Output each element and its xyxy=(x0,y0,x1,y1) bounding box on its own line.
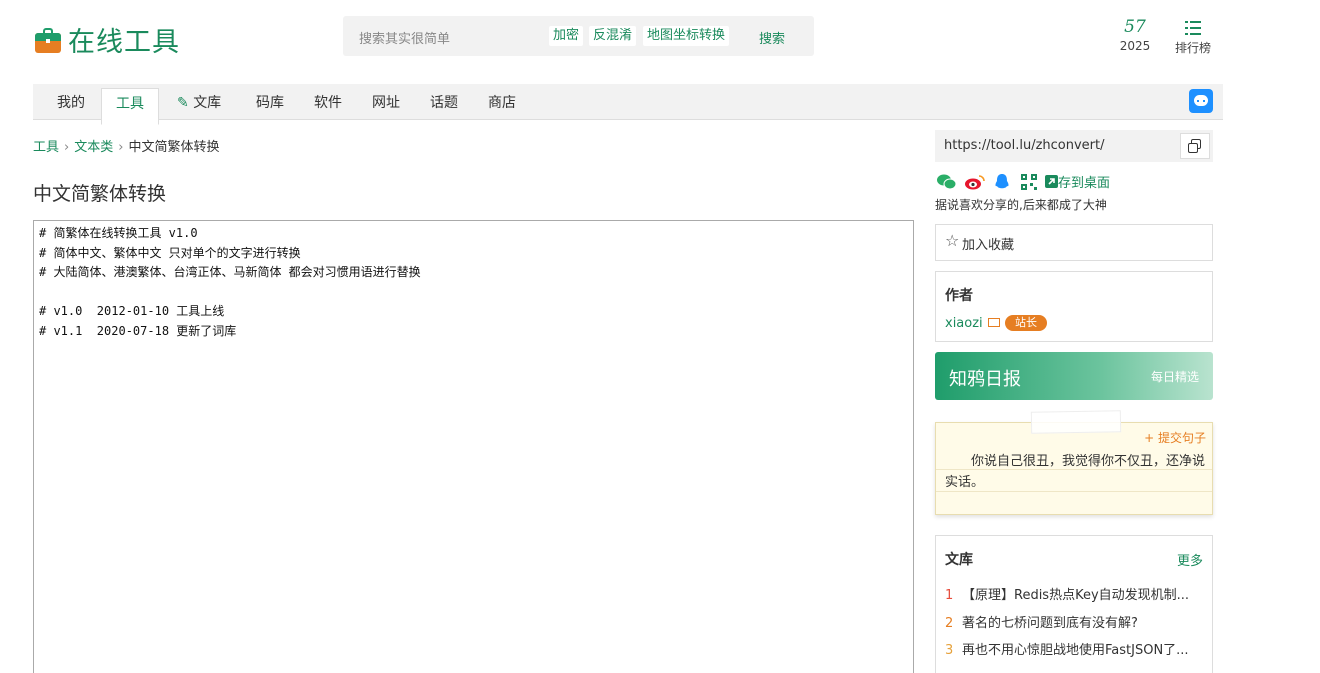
list-item-title: 著名的七桥问题到底有没有解? xyxy=(962,616,1138,631)
breadcrumb: 工具 › 文本类 › 中文简繁体转换 xyxy=(33,140,220,155)
qq-icon[interactable] xyxy=(993,173,1011,190)
mail-icon[interactable] xyxy=(988,318,1000,327)
search-input[interactable]: 搜索其实很简单 xyxy=(359,28,450,47)
nav-item-software[interactable]: 软件 xyxy=(300,84,356,120)
submit-sentence-link[interactable]: + 提交句子 xyxy=(1144,429,1206,446)
nav-item-topics[interactable]: 话题 xyxy=(416,84,472,120)
list-item[interactable]: 2 著名的七桥问题到底有没有解? xyxy=(945,612,1200,631)
copy-icon[interactable] xyxy=(1180,133,1210,159)
quote-text: 你说自己很丑，我觉得你不仅丑，还净说实话。 xyxy=(945,454,1206,490)
chat-icon[interactable] xyxy=(1189,89,1213,113)
site-logo[interactable]: 在线工具 xyxy=(34,20,180,59)
stat-year: 2025 xyxy=(1119,39,1151,53)
quote-card: + 提交句子 你说自己很丑，我觉得你不仅丑，还净说实话。 xyxy=(935,410,1213,515)
text-editor[interactable]: # 简繁体在线转换工具 v1.0 # 简体中文、繁体中文 只对单个的文字进行转换… xyxy=(33,220,914,673)
role-badge: 站长 xyxy=(1005,315,1047,331)
list-item-number: 1 xyxy=(945,588,954,603)
nav-item-urls[interactable]: 网址 xyxy=(358,84,414,120)
search-button[interactable]: 搜索 xyxy=(759,28,785,47)
list-item-number: 2 xyxy=(945,616,954,631)
daily-banner[interactable]: 知鸦日报 每日精选 xyxy=(935,352,1213,400)
toolbox-icon xyxy=(34,27,62,53)
tool-url[interactable]: https://tool.lu/zhconvert/ xyxy=(944,138,1105,153)
page-title: 中文简繁体转换 xyxy=(33,183,167,205)
daily-subtitle: 每日精选 xyxy=(1150,370,1199,384)
weibo-icon[interactable] xyxy=(965,174,985,190)
external-link-icon xyxy=(1045,175,1058,188)
nav-item-library-label: 文库 xyxy=(193,95,222,111)
list-item-title: 【原理】Redis热点Key自动发现机制... xyxy=(962,588,1190,603)
list-item[interactable]: 1 【原理】Redis热点Key自动发现机制... xyxy=(945,584,1200,603)
nav-item-mine[interactable]: 我的 xyxy=(43,84,99,120)
save-to-desktop-label: 存到桌面 xyxy=(1058,176,1111,191)
daily-title: 知鸦日报 xyxy=(949,369,1021,390)
list-item-title: 再也不用心惊胆战地使用FastJSON了... xyxy=(962,643,1189,658)
share-bar: 存到桌面 xyxy=(937,172,1110,191)
tape-decoration xyxy=(1030,410,1122,434)
search-bar: 搜索其实很简单 加密 反混淆 地图坐标转换 搜索 xyxy=(343,16,814,56)
star-icon: ☆ xyxy=(945,231,960,250)
main-nav: 我的 工具 ✎ 文库 码库 软件 网址 话题 商店 xyxy=(33,84,1223,125)
list-icon xyxy=(1185,21,1201,35)
url-box: https://tool.lu/zhconvert/ xyxy=(935,130,1213,162)
feather-icon: ✎ xyxy=(177,95,189,111)
library-more-link[interactable]: 更多 xyxy=(1177,550,1203,569)
author-name[interactable]: xiaozi xyxy=(945,316,983,331)
nav-item-code[interactable]: 码库 xyxy=(242,84,298,120)
nav-item-tools[interactable]: 工具 xyxy=(101,88,159,125)
nav-item-library[interactable]: ✎ 文库 xyxy=(165,84,235,120)
author-title: 作者 xyxy=(945,288,973,304)
breadcrumb-text[interactable]: 文本类 xyxy=(74,140,113,155)
library-card: 文库 更多 1 【原理】Redis热点Key自动发现机制... 2 著名的七桥问题到… xyxy=(935,535,1213,673)
search-tag-deobfuscate[interactable]: 反混淆 xyxy=(589,26,637,46)
stat-count: 57 xyxy=(1124,17,1146,37)
breadcrumb-current: 中文简繁体转换 xyxy=(128,140,220,155)
favorite-label: 加入收藏 xyxy=(962,238,1015,253)
qrcode-icon[interactable] xyxy=(1021,173,1039,190)
save-to-desktop-link[interactable]: 存到桌面 xyxy=(1045,172,1110,191)
wechat-icon[interactable] xyxy=(937,174,957,190)
list-item[interactable]: 3 再也不用心惊胆战地使用FastJSON了... xyxy=(945,639,1200,658)
ranking-link[interactable]: 排行榜 xyxy=(1172,19,1214,56)
library-title: 文库 xyxy=(945,552,973,568)
logo-text: 在线工具 xyxy=(68,27,180,58)
ranking-label: 排行榜 xyxy=(1174,41,1211,55)
search-tag-encrypt[interactable]: 加密 xyxy=(549,26,584,46)
share-note: 据说喜欢分享的,后来都成了大神 xyxy=(935,198,1107,212)
author-card: 作者 xiaozi 站长 xyxy=(935,271,1213,342)
favorite-button[interactable]: ☆ 加入收藏 xyxy=(935,224,1213,261)
year-stat[interactable]: 57 2025 xyxy=(1118,17,1152,53)
breadcrumb-tools[interactable]: 工具 xyxy=(33,140,59,155)
list-item-number: 3 xyxy=(945,643,954,658)
nav-item-store[interactable]: 商店 xyxy=(474,84,530,120)
search-tag-map-coords[interactable]: 地图坐标转换 xyxy=(643,26,730,46)
